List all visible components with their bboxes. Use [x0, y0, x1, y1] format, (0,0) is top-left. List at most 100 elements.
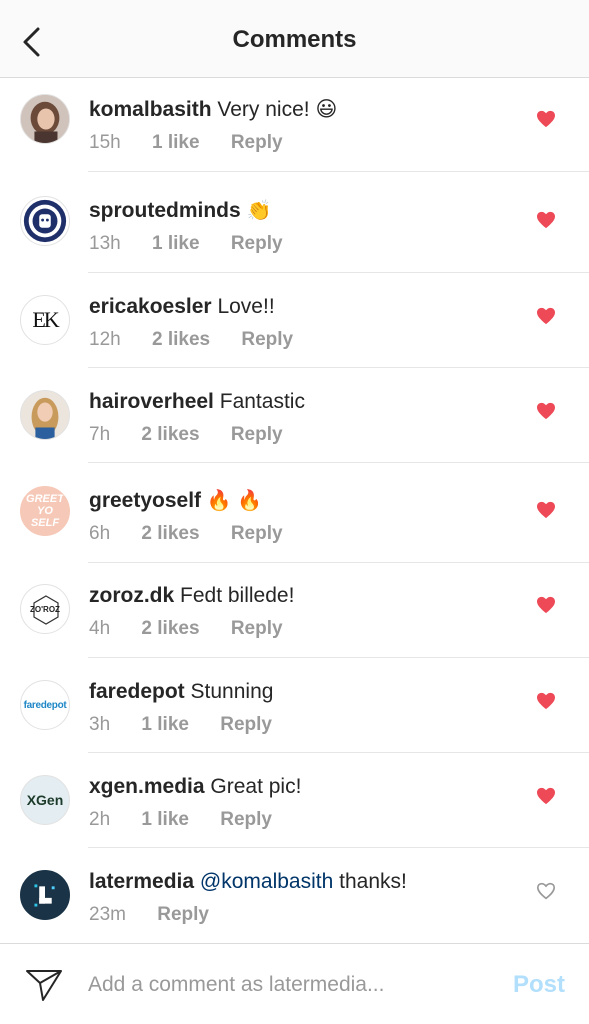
comment-likes[interactable]: 1 like — [141, 809, 189, 831]
comment-time: 13h — [89, 233, 121, 254]
comment-row: GREET YO SELF greetyoself 🔥 🔥 6h 2 likes… — [0, 463, 589, 563]
avatar-latermedia[interactable] — [20, 870, 70, 920]
comment-body: Fantastic — [219, 390, 305, 413]
heart-filled-icon — [537, 787, 555, 805]
comment-username[interactable]: komalbasith — [89, 98, 212, 121]
comment-body: 👏 — [246, 200, 272, 222]
profile-photo-icon — [21, 391, 69, 439]
reply-button[interactable]: Reply — [220, 809, 272, 831]
comment-username[interactable]: zoroz.dk — [89, 584, 174, 607]
comment-time: 2h — [89, 809, 111, 830]
comment-meta: 13h 1 like Reply — [89, 233, 509, 255]
comment-meta: 15h 1 like Reply — [89, 132, 509, 154]
comment-meta: 23m Reply — [89, 904, 509, 926]
like-button[interactable] — [534, 499, 558, 521]
like-button[interactable] — [534, 108, 558, 130]
profile-photo-icon — [21, 95, 69, 143]
later-logo-icon — [21, 871, 69, 919]
like-button[interactable] — [534, 785, 558, 807]
like-button[interactable] — [534, 305, 558, 327]
avatar-komalbasith[interactable] — [20, 94, 70, 144]
reply-button[interactable]: Reply — [157, 904, 209, 926]
reply-button[interactable]: Reply — [231, 618, 283, 640]
comment-row: latermedia @komalbasith thanks! 23m Repl… — [0, 848, 589, 944]
comment-text-line: hairoverheel Fantastic — [89, 388, 509, 416]
comment-text-line: sproutedminds 👏 — [89, 197, 509, 225]
comment-body: Great pic! — [210, 775, 302, 798]
comment-meta: 3h 1 like Reply — [89, 714, 509, 736]
mention-link[interactable]: @komalbasith — [200, 870, 333, 893]
comment-username[interactable]: greetyoself — [89, 489, 201, 512]
comment-username[interactable]: xgen.media — [89, 775, 205, 798]
reply-button[interactable]: Reply — [231, 424, 283, 446]
comment-likes[interactable]: 2 likes — [141, 523, 199, 545]
avatar-faredepot[interactable]: faredepot — [20, 680, 70, 730]
reply-button[interactable]: Reply — [220, 714, 272, 736]
comment-username[interactable]: faredepot — [89, 680, 185, 703]
comment-list: komalbasith Very nice! 😃 15h 1 like Repl… — [0, 78, 589, 944]
header-bar: Comments — [0, 0, 589, 78]
comment-username[interactable]: sproutedminds — [89, 199, 241, 222]
heart-filled-icon — [537, 501, 555, 519]
heart-filled-icon — [537, 211, 555, 229]
avatar-greetyoself[interactable]: GREET YO SELF — [20, 486, 70, 536]
reply-button[interactable]: Reply — [231, 523, 283, 545]
comment-meta: 4h 2 likes Reply — [89, 618, 509, 640]
brand-logo-icon — [23, 199, 67, 243]
like-button[interactable] — [534, 400, 558, 422]
like-button[interactable] — [534, 880, 558, 902]
comment-text-line: xgen.media Great pic! — [89, 773, 509, 801]
like-button[interactable] — [534, 209, 558, 231]
avatar-sproutedminds[interactable] — [20, 196, 70, 246]
comment-meta: 2h 1 like Reply — [89, 809, 509, 831]
comment-likes[interactable]: 1 like — [152, 132, 200, 154]
avatar-monogram: EK — [32, 307, 59, 332]
paper-plane-icon[interactable] — [24, 964, 64, 1004]
comment-username[interactable]: hairoverheel — [89, 390, 214, 413]
comment-likes[interactable]: 2 likes — [141, 424, 199, 446]
comment-body: 🔥 🔥 — [206, 490, 263, 512]
reply-button[interactable]: Reply — [231, 132, 283, 154]
comment-likes[interactable]: 1 like — [141, 714, 189, 736]
comment-username[interactable]: latermedia — [89, 870, 194, 893]
post-button[interactable]: Post — [513, 971, 565, 999]
reply-button[interactable]: Reply — [241, 329, 293, 351]
comment-row: hairoverheel Fantastic 7h 2 likes Reply — [0, 368, 589, 463]
avatar-xgen[interactable]: XGen — [20, 775, 70, 825]
avatar-hairoverheel[interactable] — [20, 390, 70, 440]
comment-body: Fedt billede! — [180, 584, 295, 607]
comment-body: Very nice! 😃 — [217, 98, 338, 121]
heart-filled-icon — [537, 596, 555, 614]
comment-text-line: greetyoself 🔥 🔥 — [89, 487, 509, 515]
comment-body: thanks! — [339, 870, 407, 893]
avatar-wordmark: XGen — [26, 792, 64, 808]
comment-time: 3h — [89, 714, 111, 735]
comment-likes[interactable]: 2 likes — [141, 618, 199, 640]
comment-text-line: ericakoesler Love!! — [89, 293, 509, 321]
comment-meta: 7h 2 likes Reply — [89, 424, 509, 446]
comment-row: faredepot faredepot Stunning 3h 1 like R… — [0, 658, 589, 753]
page-title: Comments — [232, 26, 357, 53]
avatar-wordmark: faredepot — [23, 699, 67, 711]
comment-text-line: zoroz.dk Fedt billede! — [89, 582, 509, 610]
avatar-ericakoesler[interactable]: EK — [20, 295, 70, 345]
comment-time: 7h — [89, 424, 111, 445]
comment-input[interactable] — [88, 968, 478, 1002]
comment-row: ZO'ROZ zoroz.dk Fedt billede! 4h 2 likes… — [0, 563, 589, 658]
comment-username[interactable]: ericakoesler — [89, 295, 212, 318]
comment-likes[interactable]: 1 like — [152, 233, 200, 255]
reply-button[interactable]: Reply — [231, 233, 283, 255]
comment-meta: 12h 2 likes Reply — [89, 329, 509, 351]
comment-time: 12h — [89, 329, 121, 350]
like-button[interactable] — [534, 690, 558, 712]
comment-time: 6h — [89, 523, 111, 544]
comment-time: 4h — [89, 618, 111, 639]
comment-text-line: komalbasith Very nice! 😃 — [89, 96, 509, 124]
avatar-zoroz[interactable]: ZO'ROZ — [20, 584, 70, 634]
comment-meta: 6h 2 likes Reply — [89, 523, 509, 545]
comment-likes[interactable]: 2 likes — [152, 329, 210, 351]
like-button[interactable] — [534, 594, 558, 616]
comment-row: XGen xgen.media Great pic! 2h 1 like Rep… — [0, 753, 589, 848]
comment-text-line: latermedia @komalbasith thanks! — [89, 868, 509, 896]
comment-time: 15h — [89, 132, 121, 153]
